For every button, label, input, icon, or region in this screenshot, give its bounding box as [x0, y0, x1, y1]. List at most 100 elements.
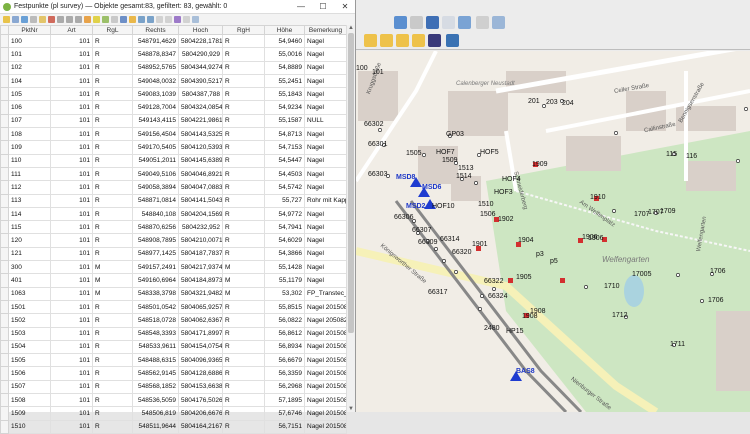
cell-hoch[interactable]: 5804065,9257 [178, 299, 223, 315]
cell-rgh[interactable]: R [222, 47, 265, 62]
actions-icon[interactable] [192, 16, 199, 23]
table-row[interactable]: 110 101 R 549051,2011 5804145,6389 R 54,5447 Na… [0, 153, 347, 168]
row-header[interactable] [0, 299, 9, 315]
cell-hoehe[interactable]: 56,3359 [264, 366, 305, 381]
cell-bemerkung[interactable]: Nagel [304, 60, 347, 75]
cell-rgh[interactable]: R [222, 313, 265, 328]
cell-bemerkung[interactable]: Nagel [304, 180, 347, 195]
cell-art[interactable]: 101 [50, 153, 93, 168]
cell-bemerkung[interactable]: Nagel 2050820-... [304, 313, 347, 328]
cell-hoch[interactable]: 5804062,6367 [178, 313, 223, 328]
cell-pktnr[interactable]: 101 [8, 47, 51, 62]
cell-art[interactable]: 101 [50, 393, 93, 408]
vehicle-icon[interactable] [428, 34, 441, 47]
cell-rechts[interactable]: 549160,6964 [132, 273, 179, 288]
row-header[interactable] [0, 393, 9, 408]
cell-rechts[interactable]: 549156,4504 [132, 127, 179, 142]
row-header[interactable] [0, 33, 9, 49]
cell-bemerkung[interactable]: FP_Transtec_kb [304, 286, 347, 301]
cell-pktnr[interactable]: 115 [8, 220, 51, 235]
cell-art[interactable]: 101 [50, 73, 93, 89]
cell-art[interactable]: 101 [50, 273, 93, 288]
row-header[interactable] [0, 313, 9, 328]
cell-rechts[interactable]: 549170,5405 [132, 140, 179, 155]
cell-hoehe[interactable]: 55,8515 [264, 299, 305, 315]
cell-rechts[interactable]: 548548,3393 [132, 326, 179, 341]
scrollbar-thumb[interactable] [348, 33, 354, 333]
row-header[interactable] [0, 366, 9, 381]
corner-cell[interactable] [0, 25, 9, 35]
cut-icon[interactable] [57, 16, 64, 23]
cell-rgl[interactable]: R [92, 60, 133, 75]
cell-rgl[interactable]: R [92, 233, 133, 248]
cell-art[interactable]: 101 [50, 299, 93, 315]
row-header[interactable] [0, 260, 9, 275]
cell-pktnr[interactable]: 105 [8, 87, 51, 102]
cell-rechts[interactable]: 548568,1852 [132, 379, 179, 395]
table-row[interactable]: 107 101 R 549143,4115 5804221,9861 R 55,1587 NU… [0, 113, 347, 129]
cell-rgh[interactable]: R [222, 366, 265, 381]
cell-rechts[interactable]: 548536,5059 [132, 393, 179, 408]
cell-art[interactable]: 101 [50, 140, 93, 155]
table-row[interactable]: 401 101 M 549160,6964 5804184,8973 M 55,1179 Na… [0, 273, 347, 288]
cell-bemerkung[interactable]: Nagel 20150820... [304, 379, 347, 395]
cell-rgl[interactable]: M [92, 260, 133, 275]
table-row[interactable]: 114 101 R 548840,108 5804204,1569 R 54,9772 Nag… [0, 206, 347, 222]
cell-bemerkung[interactable]: Nagel [304, 127, 347, 142]
cell-rgh[interactable]: M [222, 260, 265, 275]
cell-hoch[interactable]: 5804344,9274 [178, 60, 223, 75]
pan-to-selection-icon[interactable] [138, 16, 145, 23]
cell-hoehe[interactable]: 55,2451 [264, 73, 305, 89]
column-header[interactable]: Rechts [132, 25, 179, 35]
table-row[interactable]: 106 101 R 549128,7004 5804324,0854 R 54,9234 Na… [0, 100, 347, 115]
cell-rgh[interactable]: R [222, 33, 265, 49]
table-row[interactable]: 1504 101 R 548533,9611 5804154,0754 R 56,8934 N… [0, 339, 347, 355]
label-icon[interactable] [492, 16, 505, 29]
cell-art[interactable]: 101 [50, 406, 93, 421]
cell-bemerkung[interactable]: Nagel 20150820... [304, 393, 347, 408]
cell-hoehe[interactable]: 55,0016 [264, 47, 305, 62]
cell-bemerkung[interactable]: Nagel 20150820... [304, 366, 347, 381]
cell-rechts[interactable]: 548977,1425 [132, 246, 179, 262]
multi-edit-icon[interactable] [12, 16, 19, 23]
cell-pktnr[interactable]: 108 [8, 127, 51, 142]
table-row[interactable]: 300 101 M 549157,2491 5804217,9374 M 55,1428 Na… [0, 260, 347, 275]
cell-bemerkung[interactable]: Nagel [304, 73, 347, 89]
cell-bemerkung[interactable]: Nagel [304, 220, 347, 235]
move-selection-top-icon[interactable] [129, 16, 136, 23]
cell-hoehe[interactable]: 56,2968 [264, 379, 305, 395]
cell-rgh[interactable]: R [222, 166, 265, 182]
cell-rechts[interactable]: 549058,3894 [132, 180, 179, 195]
cell-rechts[interactable]: 548501,0542 [132, 299, 179, 315]
table-row[interactable]: 1502 101 R 548518,0728 5804062,6367 R 56,0822 N… [0, 313, 347, 328]
cell-pktnr[interactable]: 1509 [8, 406, 51, 421]
copy-icon[interactable] [66, 16, 73, 23]
cell-pktnr[interactable]: 100 [8, 33, 51, 49]
cell-hoehe[interactable]: 56,6679 [264, 353, 305, 368]
cell-rechts[interactable]: 548870,6256 [132, 220, 179, 235]
column-header[interactable]: Bemerkung [304, 25, 347, 35]
minimize-button[interactable]: — [290, 0, 312, 14]
table-row[interactable]: 100 101 R 548791,4629 5804228,1781 R 54,9460 Na… [0, 33, 347, 49]
cell-bemerkung[interactable]: Nagel 20150820... [304, 353, 347, 368]
cell-rgl[interactable]: R [92, 127, 133, 142]
maximize-button[interactable]: ☐ [312, 0, 334, 14]
cell-art[interactable]: 101 [50, 286, 93, 301]
cell-pktnr[interactable]: 102 [8, 60, 51, 75]
cell-rgl[interactable]: R [92, 246, 133, 262]
cell-rgl[interactable]: M [92, 286, 133, 301]
table-row[interactable]: 1501 101 R 548501,0542 5804065,9257 R 55,8515 N… [0, 299, 347, 315]
cell-hoehe[interactable]: 54,8889 [264, 60, 305, 75]
cell-rgh[interactable]: M [222, 273, 265, 288]
cell-hoch[interactable]: 5804387,788 [178, 87, 223, 102]
cell-hoehe[interactable]: 55,1587 [264, 113, 305, 129]
row-header[interactable] [0, 60, 9, 75]
cell-art[interactable]: 101 [50, 313, 93, 328]
table-row[interactable]: 120 101 R 548908,7895 5804210,0071 R 54,6029 Na… [0, 233, 347, 248]
cell-rgl[interactable]: R [92, 113, 133, 129]
cell-pktnr[interactable]: 1503 [8, 326, 51, 341]
cell-pktnr[interactable]: 1510 [8, 419, 51, 434]
cell-hoehe[interactable]: 55,1843 [264, 87, 305, 102]
cell-rechts[interactable]: 548791,4629 [132, 33, 179, 49]
cell-rgl[interactable]: R [92, 393, 133, 408]
